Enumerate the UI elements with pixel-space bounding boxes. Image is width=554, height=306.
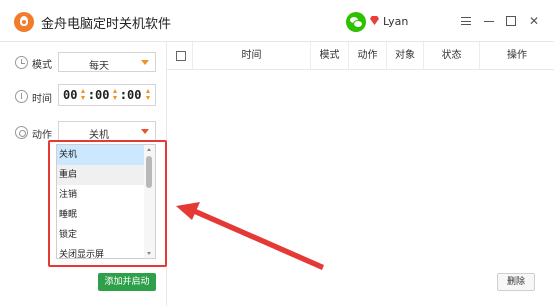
title-bar: 金舟电脑定时关机软件 Lyan ✕	[0, 0, 554, 42]
close-icon: ✕	[528, 14, 540, 28]
close-button[interactable]: ✕	[526, 13, 542, 29]
hour-spinner[interactable]	[81, 88, 86, 102]
vip-diamond-icon	[370, 16, 379, 25]
app-window: 金舟电脑定时关机软件 Lyan ✕ 模式 每天 时间 00: 00: 00 …	[0, 0, 554, 306]
delete-button[interactable]: 删除	[497, 273, 535, 291]
clock-icon	[15, 56, 28, 69]
mode-select[interactable]: 每天	[58, 52, 156, 72]
minimize-icon	[484, 21, 494, 22]
mode-value: 每天	[89, 61, 109, 72]
column-header-target[interactable]: 对象	[387, 42, 424, 70]
time-label: 时间	[32, 94, 52, 105]
app-logo-icon	[14, 12, 34, 32]
second-spinner[interactable]	[146, 88, 151, 102]
column-header-action[interactable]: 动作	[349, 42, 387, 70]
time-picker[interactable]: 00 : 00 : 00	[58, 84, 156, 106]
select-all-cell	[167, 42, 193, 70]
chevron-down-icon	[141, 129, 149, 134]
action-value: 关机	[89, 130, 109, 141]
time-separator: :	[89, 88, 94, 102]
mode-label: 模式	[32, 60, 52, 71]
hamburger-icon	[461, 17, 471, 25]
select-all-checkbox[interactable]	[176, 51, 186, 61]
add-and-start-button[interactable]: 添加并启动	[98, 273, 156, 291]
column-header-operation[interactable]: 操作	[480, 42, 554, 70]
hour-input[interactable]: 00	[63, 88, 77, 102]
second-input[interactable]: 00	[127, 88, 141, 102]
action-icon	[15, 126, 28, 139]
time-separator: :	[121, 88, 126, 102]
app-title: 金舟电脑定时关机软件	[41, 17, 172, 32]
wechat-icon[interactable]	[346, 12, 366, 32]
action-label: 动作	[32, 130, 52, 141]
task-table: 时间 模式 动作 对象 状态 操作	[167, 42, 554, 306]
minimize-button[interactable]	[481, 13, 497, 29]
column-header-mode[interactable]: 模式	[311, 42, 349, 70]
minute-spinner[interactable]	[113, 88, 118, 102]
user-name[interactable]: Lyan	[383, 15, 408, 28]
minute-input[interactable]: 00	[95, 88, 109, 102]
timer-icon	[15, 90, 28, 103]
menu-button[interactable]	[458, 13, 474, 29]
column-header-status[interactable]: 状态	[424, 42, 480, 70]
maximize-button[interactable]	[503, 13, 519, 29]
action-select[interactable]: 关机	[58, 121, 156, 141]
table-header: 时间 模式 动作 对象 状态 操作	[167, 42, 554, 70]
maximize-icon	[506, 16, 516, 26]
column-header-time[interactable]: 时间	[193, 42, 311, 70]
chevron-down-icon	[141, 60, 149, 65]
annotation-highlight-box	[48, 140, 167, 267]
